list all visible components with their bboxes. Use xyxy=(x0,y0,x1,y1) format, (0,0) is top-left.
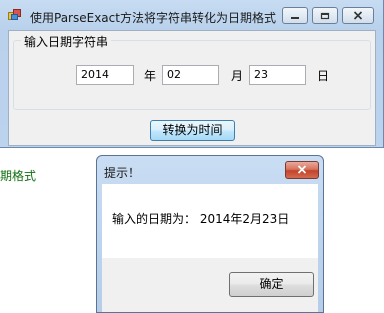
convert-button[interactable]: 转换为时间 xyxy=(150,120,235,141)
message-box: 提示！ 输入的日期为： 2014年2月23日 确定 xyxy=(96,155,324,313)
maximize-button[interactable] xyxy=(312,7,338,24)
message-text: 输入的日期为： 2014年2月23日 xyxy=(112,212,290,226)
close-icon xyxy=(297,163,307,177)
background-text: 期格式 xyxy=(0,169,37,183)
main-title-bar[interactable]: 使用ParseExact方法将字符串转化为日期格式 xyxy=(0,0,384,30)
close-icon xyxy=(353,9,363,23)
message-box-body: 输入的日期为： 2014年2月23日 确定 xyxy=(102,184,318,312)
group-title: 输入日期字符串 xyxy=(21,33,112,50)
year-label: 年 xyxy=(144,69,157,83)
maximize-icon xyxy=(320,9,330,23)
ok-button[interactable]: 确定 xyxy=(229,272,314,297)
minimize-icon xyxy=(290,9,300,23)
close-button[interactable] xyxy=(342,7,374,24)
message-content-area: 输入的日期为： 2014年2月23日 xyxy=(102,184,318,258)
main-window: 使用ParseExact方法将字符串转化为日期格式 输入日期字符串 2014 年… xyxy=(0,0,384,148)
window-title: 使用ParseExact方法将字符串转化为日期格式 xyxy=(30,11,276,25)
message-box-close-button[interactable] xyxy=(285,161,319,179)
day-label: 日 xyxy=(317,69,330,83)
minimize-button[interactable] xyxy=(282,7,308,24)
message-box-title: 提示！ xyxy=(104,166,141,180)
year-input[interactable]: 2014 xyxy=(76,65,134,85)
main-client-area: 输入日期字符串 2014 年 02 月 23 日 转换为时间 xyxy=(8,30,376,146)
month-label: 月 xyxy=(231,69,244,83)
month-input[interactable]: 02 xyxy=(162,65,219,85)
app-window-icon xyxy=(8,9,22,21)
day-input[interactable]: 23 xyxy=(249,65,306,85)
